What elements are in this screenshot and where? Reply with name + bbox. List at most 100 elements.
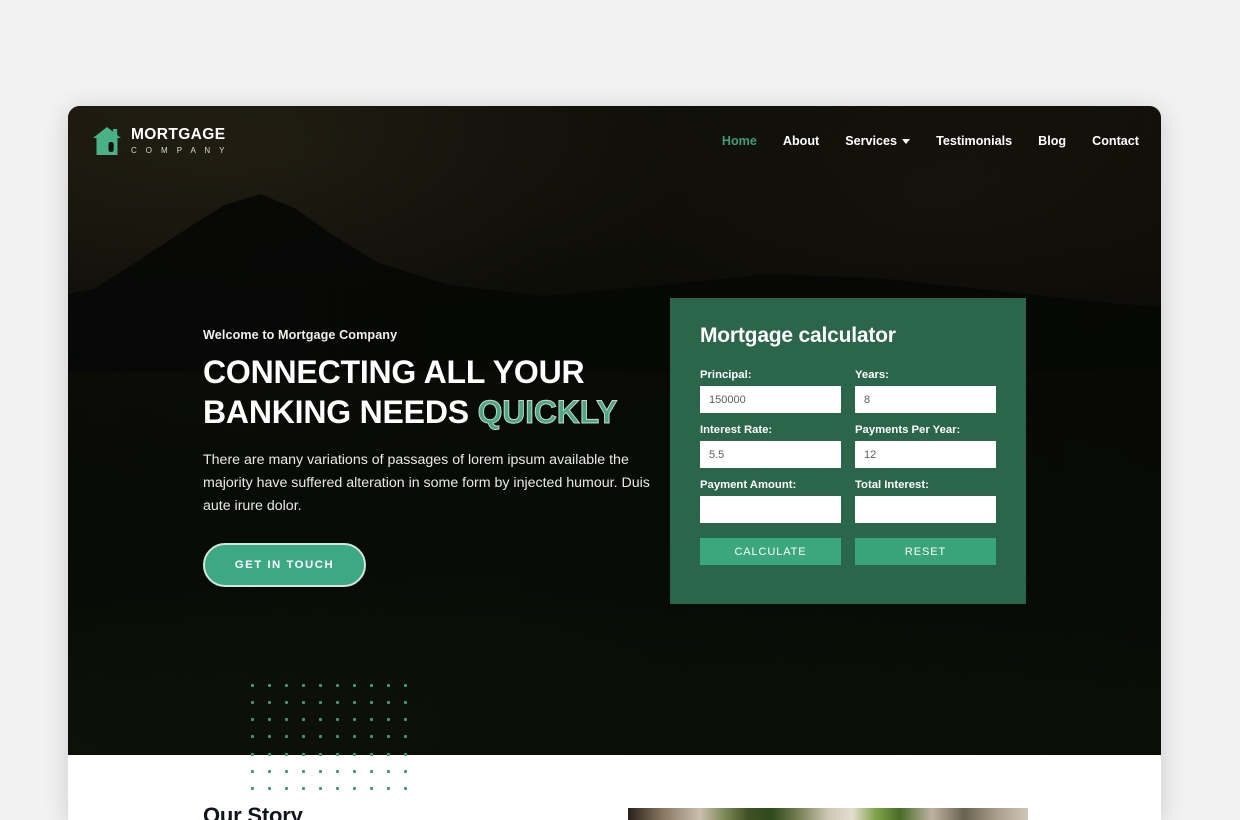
nav-item-services[interactable]: Services [845,134,911,148]
chevron-down-icon [902,138,911,144]
grid-dot [302,752,305,756]
grid-dot [336,718,339,722]
nav-item-about[interactable]: About [783,134,819,148]
grid-dot [302,769,305,773]
field-label-payments-per-year: Payments Per Year: [855,424,961,436]
house-icon [93,127,121,155]
browser-page-frame: MORTGAGE C O M P A N Y Home About Servic… [68,106,1161,820]
reset-button[interactable]: RESET [855,538,996,565]
grid-dot [251,718,254,722]
grid-dot [336,684,339,687]
grid-dot [285,735,288,739]
grid-dot [387,718,390,722]
payments-per-year-input[interactable] [855,441,996,468]
grid-dot [285,718,288,722]
grid-dot [370,701,373,705]
nav-item-testimonials[interactable]: Testimonials [936,134,1012,148]
nav-label: Blog [1038,134,1067,148]
principal-input[interactable] [700,386,841,413]
grid-dot [387,701,390,705]
grid-dot [370,752,373,756]
grid-dot [285,701,288,705]
grid-dot [251,684,254,687]
grid-dot [268,718,271,722]
interest-rate-input[interactable] [700,441,841,468]
field-payment-amount: Payment Amount: [700,479,841,523]
hero-headline-line1: CONNECTING ALL YOUR [203,354,585,390]
dot-grid-decoration [251,684,421,804]
grid-dot [251,735,254,739]
hero-headline: CONNECTING ALL YOUR BANKING NEEDS QUICKL… [203,353,663,432]
brand-logo[interactable]: MORTGAGE C O M P A N Y [92,125,228,157]
grid-dot [302,718,305,722]
grid-dot [268,684,271,687]
grid-dot [302,684,305,687]
field-payments-per-year: Payments Per Year: [855,424,996,468]
years-input[interactable] [855,386,996,413]
grid-dot [404,769,407,773]
grid-dot [251,769,254,773]
grid-dot [319,735,322,739]
calculate-button[interactable]: CALCULATE [700,538,841,565]
grid-dot [285,786,288,790]
grid-dot [268,786,271,790]
brand-subtitle: C O M P A N Y [131,145,228,155]
grid-dot [268,701,271,705]
grid-dot [404,786,407,790]
grid-dot [268,735,271,739]
nav-label: Contact [1092,134,1139,148]
grid-dot [285,752,288,756]
field-label-total-interest: Total Interest: [855,479,929,491]
grid-dot [387,769,390,773]
nav-item-contact[interactable]: Contact [1092,134,1139,148]
grid-dot [336,701,339,705]
grid-dot [370,718,373,722]
grid-dot [404,752,407,756]
grid-dot [268,752,271,756]
grid-dot [319,786,322,790]
field-label-payment-amount: Payment Amount: [700,479,797,491]
grid-dot [251,786,254,790]
grid-dot [336,752,339,756]
grid-dot [336,735,339,739]
grid-dot [404,735,407,739]
grid-dot [353,752,356,756]
grid-dot [319,769,322,773]
hero-paragraph: There are many variations of passages of… [203,452,650,515]
grid-dot [302,735,305,739]
our-story-photo [628,808,1028,820]
grid-dot [353,769,356,773]
field-label-principal: Principal: [700,369,752,381]
grid-dot [302,701,305,705]
field-label-interest-rate: Interest Rate: [700,424,773,436]
nav-label: Services [845,134,898,148]
grid-dot [319,701,322,705]
grid-dot [336,769,339,773]
grid-dot [285,684,288,687]
calculator-actions: CALCULATE RESET [700,538,996,565]
grid-dot [319,684,322,687]
our-story-title: Our Story [203,803,303,820]
grid-dot [251,752,254,756]
field-label-years: Years: [855,369,889,381]
grid-dot [353,684,356,687]
grid-dot [353,786,356,790]
get-in-touch-button[interactable]: GET IN TOUCH [203,543,366,588]
nav-item-blog[interactable]: Blog [1038,134,1066,148]
calculator-fields-grid: Principal: Years: Interest Rate: Payment… [700,369,996,523]
grid-dot [285,769,288,773]
grid-dot [387,684,390,687]
total-interest-input[interactable] [855,496,996,523]
mortgage-calculator-card: Mortgage calculator Principal: Years: In… [670,298,1026,604]
grid-dot [370,684,373,687]
nav-label: About [782,134,820,148]
grid-dot [319,752,322,756]
hero-copy: Welcome to Mortgage Company CONNECTING A… [203,328,663,588]
nav-item-home[interactable]: Home [722,134,757,148]
hero-section: MORTGAGE C O M P A N Y Home About Servic… [68,106,1161,755]
payment-amount-input[interactable] [700,496,841,523]
grid-dot [370,786,373,790]
main-navbar: MORTGAGE C O M P A N Y Home About Servic… [68,106,1161,176]
field-principal: Principal: [700,369,841,413]
nav-links: Home About Services Testimonials Blog Co… [722,134,1139,148]
